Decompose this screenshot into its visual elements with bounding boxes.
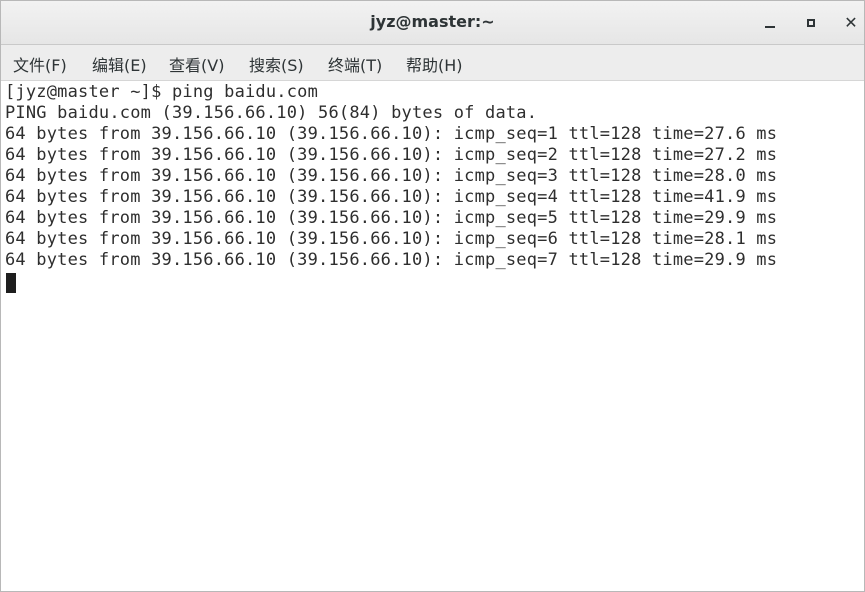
window-title: jyz@master:~ xyxy=(370,12,495,31)
menu-edit[interactable]: 编辑(E) xyxy=(92,52,147,76)
minimize-icon xyxy=(765,26,775,28)
terminal-output[interactable]: [jyz@master ~]$ ping baidu.com PING baid… xyxy=(1,81,864,591)
menu-bar: 文件(F) 编辑(E) 查看(V) 搜索(S) 终端(T) 帮助(H) xyxy=(1,45,864,81)
title-bar[interactable]: jyz@master:~ ✕ xyxy=(1,1,864,45)
maximize-icon xyxy=(807,19,815,27)
output-line: 64 bytes from 39.156.66.10 (39.156.66.10… xyxy=(5,145,778,165)
maximize-button[interactable] xyxy=(797,9,825,37)
menu-terminal[interactable]: 终端(T) xyxy=(328,52,382,76)
close-icon: ✕ xyxy=(844,13,858,32)
output-line: 64 bytes from 39.156.66.10 (39.156.66.10… xyxy=(5,208,778,228)
text-cursor xyxy=(6,273,16,293)
output-line: 64 bytes from 39.156.66.10 (39.156.66.10… xyxy=(5,124,778,144)
output-line: 64 bytes from 39.156.66.10 (39.156.66.10… xyxy=(5,250,778,270)
output-line: 64 bytes from 39.156.66.10 (39.156.66.10… xyxy=(5,229,778,249)
minimize-button[interactable] xyxy=(756,9,784,37)
output-line: PING baidu.com (39.156.66.10) 56(84) byt… xyxy=(5,103,538,123)
menu-help[interactable]: 帮助(H) xyxy=(406,52,463,76)
terminal-window: jyz@master:~ ✕ 文件(F) 编辑(E) 查看(V) 搜索(S) 终… xyxy=(0,0,865,592)
prompt-line: [jyz@master ~]$ ping baidu.com xyxy=(5,82,319,102)
output-line: 64 bytes from 39.156.66.10 (39.156.66.10… xyxy=(5,166,778,186)
close-button[interactable]: ✕ xyxy=(837,9,864,37)
output-line: 64 bytes from 39.156.66.10 (39.156.66.10… xyxy=(5,187,778,207)
menu-search[interactable]: 搜索(S) xyxy=(249,52,304,76)
menu-view[interactable]: 查看(V) xyxy=(169,52,224,76)
menu-file[interactable]: 文件(F) xyxy=(13,52,67,76)
